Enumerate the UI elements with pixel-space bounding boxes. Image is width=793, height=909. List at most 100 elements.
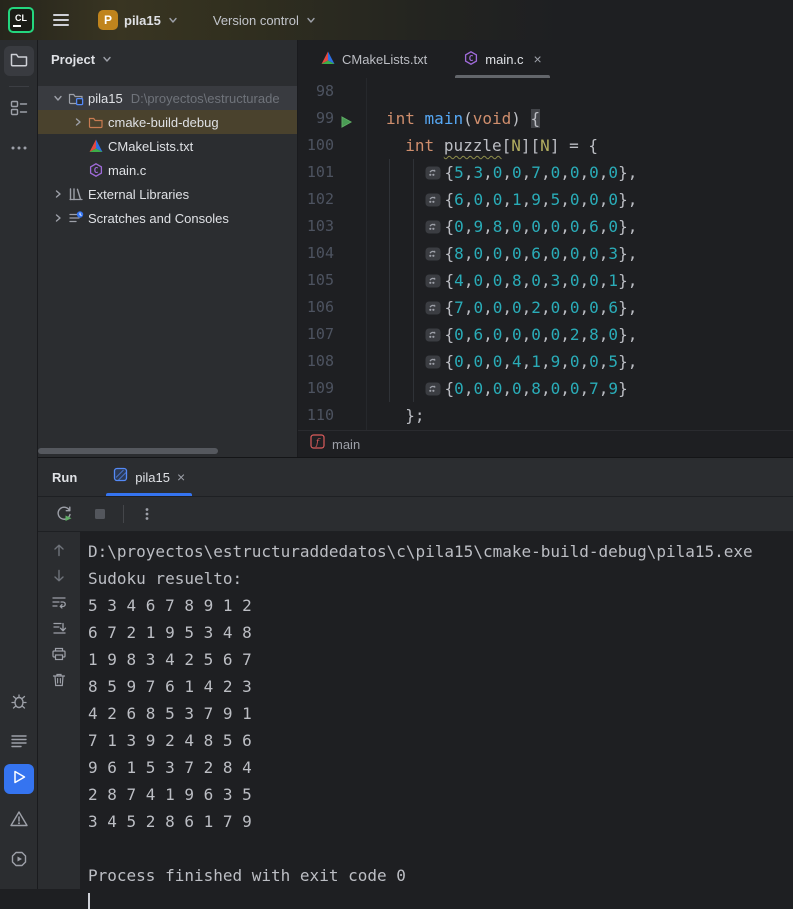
run-configuration-icon — [113, 467, 128, 487]
project-folder-icon — [68, 90, 84, 106]
console-line: 1 9 8 3 4 2 5 6 7 — [88, 646, 793, 673]
line-number: 109 — [298, 375, 334, 402]
clion-logo-text: CL — [15, 14, 27, 23]
chevron-right-icon[interactable] — [50, 210, 66, 226]
vcs-widget[interactable]: Version control — [205, 9, 325, 32]
tool-stripe-structure-button[interactable] — [4, 95, 34, 125]
tool-stripe-more-button[interactable] — [4, 135, 34, 165]
stop-button[interactable] — [87, 501, 113, 527]
trash-button[interactable] — [46, 670, 72, 694]
code-text: int puzzle[N][N] = { — [386, 132, 598, 159]
tool-stripe-problems-button[interactable] — [4, 806, 34, 836]
code-editor[interactable]: 9899int main(void) {100 int puzzle[N][N]… — [298, 78, 793, 430]
code-text: int main(void) { — [386, 105, 540, 132]
inlay-hint-icon[interactable] — [425, 161, 441, 188]
tree-item-main-c[interactable]: Cmain.c — [38, 158, 297, 182]
chevron-down-icon[interactable] — [50, 90, 66, 106]
tool-stripe-services-button[interactable] — [4, 846, 34, 876]
scroll-end-button[interactable] — [46, 618, 72, 642]
c-file-icon: C — [88, 162, 104, 178]
editor-area: CMakeLists.txt C main.c × 9899 int main(v… — [297, 40, 793, 457]
breadcrumb-label: main — [332, 437, 360, 452]
run-tool-window: Run pila15 × D:\proyectos\estructuradded… — [38, 457, 793, 889]
tool-stripe-debug-button[interactable] — [4, 688, 34, 718]
line-number: 108 — [298, 348, 334, 375]
line-number: 105 — [298, 267, 334, 294]
tree-item-scratches-and-consoles[interactable]: Scratches and Consoles — [38, 206, 297, 230]
inlay-hint-icon[interactable] — [425, 323, 441, 350]
structure-icon — [9, 98, 29, 123]
run-tab-label: pila15 — [135, 470, 170, 485]
code-line-108: 108 {0,0,0,4,1,9,0,0,5}, — [298, 348, 793, 375]
tree-item-label: Scratches and Consoles — [88, 211, 229, 226]
run-tab-pila15[interactable]: pila15 × — [103, 458, 195, 496]
close-tab-icon[interactable]: × — [534, 52, 542, 66]
tree-item-cmake-build-debug[interactable]: cmake-build-debug — [38, 110, 297, 134]
console-line: 9 6 1 5 3 7 2 8 4 — [88, 754, 793, 781]
horizontal-scrollbar-thumb[interactable] — [38, 448, 218, 454]
print-icon — [51, 646, 67, 667]
inlay-hint-icon[interactable] — [425, 242, 441, 269]
console-output[interactable]: D:\proyectos\estructuraddedatos\c\pila15… — [80, 532, 793, 889]
code-line-98: 98 — [298, 78, 793, 105]
code-text: {0,9,8,0,0,0,0,6,0}, — [386, 213, 637, 242]
svg-text:C: C — [469, 54, 474, 63]
code-line-103: 103 {0,9,8,0,0,0,0,6,0}, — [298, 213, 793, 240]
breadcrumb[interactable]: f main — [298, 430, 793, 457]
arrow-down-icon — [51, 568, 67, 589]
run-icon — [9, 767, 29, 792]
console-line: 6 7 2 1 9 5 3 4 8 — [88, 619, 793, 646]
inlay-hint-icon[interactable] — [425, 350, 441, 377]
project-view-selector[interactable]: Project — [38, 40, 297, 78]
inlay-hint-icon[interactable] — [425, 377, 441, 404]
chevron-right-icon[interactable] — [70, 114, 86, 130]
project-badge: P — [98, 10, 118, 30]
code-line-99: 99 int main(void) { — [298, 105, 793, 132]
tree-item-label: External Libraries — [88, 187, 189, 202]
services-icon — [9, 849, 29, 874]
line-number: 107 — [298, 321, 334, 348]
soft-wrap-icon — [51, 594, 67, 615]
tree-item-cmakelists-txt[interactable]: CMakeLists.txt — [38, 134, 297, 158]
project-widget[interactable]: P pila15 — [90, 6, 187, 34]
console-line — [88, 835, 793, 862]
main-menu-button[interactable] — [46, 5, 76, 35]
code-text: {0,0,0,0,8,0,0,7,9} — [386, 375, 628, 404]
tree-item-external-libraries[interactable]: External Libraries — [38, 182, 297, 206]
chevron-down-icon — [101, 53, 113, 65]
line-number: 102 — [298, 186, 334, 213]
arrow-up-button[interactable] — [46, 540, 72, 564]
tree-item-label: CMakeLists.txt — [108, 139, 193, 154]
inlay-hint-icon[interactable] — [425, 296, 441, 323]
print-button[interactable] — [46, 644, 72, 668]
vcs-label: Version control — [213, 13, 299, 28]
soft-wrap-button[interactable] — [46, 592, 72, 616]
console-line: D:\proyectos\estructuraddedatos\c\pila15… — [88, 538, 793, 565]
run-panel-title: Run — [52, 470, 77, 485]
code-text: {7,0,0,0,2,0,0,0,6}, — [386, 294, 637, 323]
c-file-icon: C — [463, 50, 479, 69]
line-number: 110 — [298, 402, 334, 429]
arrow-down-button[interactable] — [46, 566, 72, 590]
chevron-right-icon[interactable] — [50, 186, 66, 202]
project-icon — [9, 49, 29, 74]
console-line: Process finished with exit code 0 — [88, 862, 793, 889]
tool-stripe-project-button[interactable] — [4, 46, 34, 76]
console-line: 2 8 7 4 1 9 6 3 5 — [88, 781, 793, 808]
inlay-hint-icon[interactable] — [425, 188, 441, 215]
build-folder-icon — [88, 114, 104, 130]
close-tab-icon[interactable]: × — [177, 469, 185, 485]
inlay-hint-icon[interactable] — [425, 269, 441, 296]
code-text: {0,0,0,4,1,9,0,0,5}, — [386, 348, 637, 377]
tool-stripe-run-button[interactable] — [4, 764, 34, 794]
inlay-hint-icon[interactable] — [425, 215, 441, 242]
more-options-button[interactable] — [134, 501, 160, 527]
rerun-button[interactable] — [51, 501, 77, 527]
tab-main-c[interactable]: C main.c × — [453, 40, 551, 78]
tree-item-pila15[interactable]: pila15D:\proyectos\estructurade — [38, 86, 297, 110]
tool-stripe-todo-button[interactable] — [4, 728, 34, 758]
tab-cmakelists[interactable]: CMakeLists.txt — [310, 40, 437, 78]
todo-icon — [9, 731, 29, 756]
line-number: 99 — [298, 105, 334, 132]
scratches-icon — [68, 210, 84, 226]
